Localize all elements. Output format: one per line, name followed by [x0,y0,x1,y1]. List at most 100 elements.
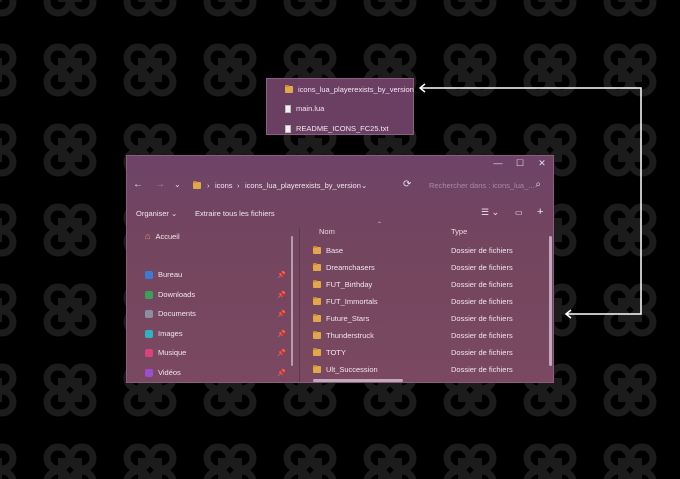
sidebar-item-documents[interactable]: Documents [145,309,196,318]
sidebar-item-musique[interactable]: Musique [145,348,186,357]
home-icon: ⌂ [145,231,151,241]
pattern-knot [0,283,17,337]
folder-icon [313,297,321,305]
close-button[interactable]: ✕ [531,156,553,170]
pattern-knot [603,203,657,257]
sidebar-item-bureau[interactable]: Bureau [145,270,182,279]
pin-icon[interactable]: 📌 [277,349,286,357]
details-pane-icon[interactable]: ▭ [515,208,523,217]
refresh-icon[interactable]: ⟳ [403,179,411,191]
folder-icon [313,365,321,373]
pattern-knot [603,283,657,337]
breadcrumb-item[interactable]: icons [215,181,233,190]
organize-button[interactable]: Organiser ⌄ [136,209,177,218]
file-type: Dossier de fichiers [451,365,513,374]
pattern-knot [603,0,657,17]
file-type: Dossier de fichiers [451,314,513,323]
list-item[interactable]: FUT_Birthday [313,280,372,289]
folder-icon [313,280,321,288]
navigation-pane: ⌂ Accueil Bureau 📌 Downloads 📌 Documents… [127,228,299,382]
item-label: README_ICONS_FC25.txt [296,124,389,133]
pattern-knot [443,443,497,479]
pin-icon[interactable]: 📌 [277,271,286,279]
pattern-knot [283,443,337,479]
pattern-knot [443,43,497,97]
maximize-button[interactable]: ☐ [509,156,531,170]
back-icon[interactable]: ← [133,179,143,191]
pattern-knot [523,443,577,479]
pin-icon[interactable]: 📌 [277,330,286,338]
folder-icon [313,331,321,339]
file-type: Dossier de fichiers [451,348,513,357]
forward-icon[interactable]: → [155,179,165,191]
pattern-knot [123,443,177,479]
pattern-knot [43,283,97,337]
pattern-knot [43,363,97,417]
chevron-down-icon[interactable]: ⌄ [174,179,181,191]
navigation-bar: ← → ⌄ › icons › icons_lua_playerexists_b… [127,176,553,194]
column-header-type[interactable]: Type [451,227,467,236]
view-options-icon[interactable]: ☰ ⌄ [481,207,499,218]
search-input[interactable]: Rechercher dans : icons_lua_... ⌕ [423,178,547,192]
list-item[interactable]: Ult_Succession [313,365,378,374]
pattern-knot [203,443,257,479]
file-icon [285,104,291,113]
pane-divider[interactable] [299,228,300,382]
sidebar-item-accueil[interactable]: ⌂ Accueil [145,231,180,241]
minimize-button[interactable]: — [487,156,509,170]
pattern-knot [0,203,17,257]
file-icon [285,124,291,133]
pattern-knot [443,0,497,17]
folder-icon [313,263,321,271]
pin-icon[interactable]: 📌 [277,369,286,377]
list-item[interactable]: README_ICONS_FC25.txt [285,124,389,133]
folder-icon [313,348,321,356]
download-icon [145,290,153,299]
pattern-knot [203,43,257,97]
pattern-knot [363,0,417,17]
vertical-scrollbar[interactable] [549,236,552,366]
folder-icon [313,246,321,254]
list-item[interactable]: Future_Stars [313,314,369,323]
pattern-knot [523,0,577,17]
pattern-knot [603,123,657,177]
pin-icon[interactable]: 📌 [277,291,286,299]
pattern-knot [43,0,97,17]
folder-icon [193,181,201,189]
sidebar-item-videos[interactable]: Vidéos [145,368,181,377]
sidebar-item-images[interactable]: Images [145,329,183,338]
horizontal-scrollbar[interactable] [313,379,403,382]
list-item[interactable]: TOTY [313,348,346,357]
explorer-window: — ☐ ✕ ← → ⌄ › icons › icons_lua_playerex… [126,155,554,383]
window-caption-buttons: — ☐ ✕ [487,156,553,170]
column-header-name[interactable]: Nom [319,227,335,236]
videos-icon [145,368,153,377]
list-item[interactable]: Base [313,246,343,255]
pattern-knot [203,0,257,17]
folder-icon [313,314,321,322]
pattern-knot [283,0,337,17]
list-item[interactable]: Dreamchasers [313,263,375,272]
list-item[interactable]: Thunderstruck [313,331,374,340]
pattern-knot [603,363,657,417]
item-label: icons_lua_playerexists_by_version [298,85,414,94]
pin-icon[interactable]: 📌 [277,310,286,318]
file-type: Dossier de fichiers [451,280,513,289]
sidebar-scrollbar[interactable] [291,236,293,366]
breadcrumb-separator: › [237,181,240,190]
breadcrumb-item[interactable]: icons_lua_playerexists_by_version [245,181,361,190]
pattern-knot [0,363,17,417]
folder-icon [285,85,293,93]
images-icon [145,329,153,338]
file-list: ⌃ Nom Type Base Dossier de fichiers Drea… [301,222,553,382]
add-icon[interactable]: + [537,206,543,218]
list-item[interactable]: FUT_Immortals [313,297,378,306]
sidebar-item-downloads[interactable]: Downloads [145,290,195,299]
pattern-knot [43,43,97,97]
music-icon [145,348,153,357]
extract-all-button[interactable]: Extraire tous les fichiers [195,209,275,218]
list-item[interactable]: icons_lua_playerexists_by_version [285,85,414,94]
list-item[interactable]: main.lua [285,104,324,113]
chevron-down-icon[interactable]: ⌄ [361,181,367,190]
pattern-knot [363,443,417,479]
